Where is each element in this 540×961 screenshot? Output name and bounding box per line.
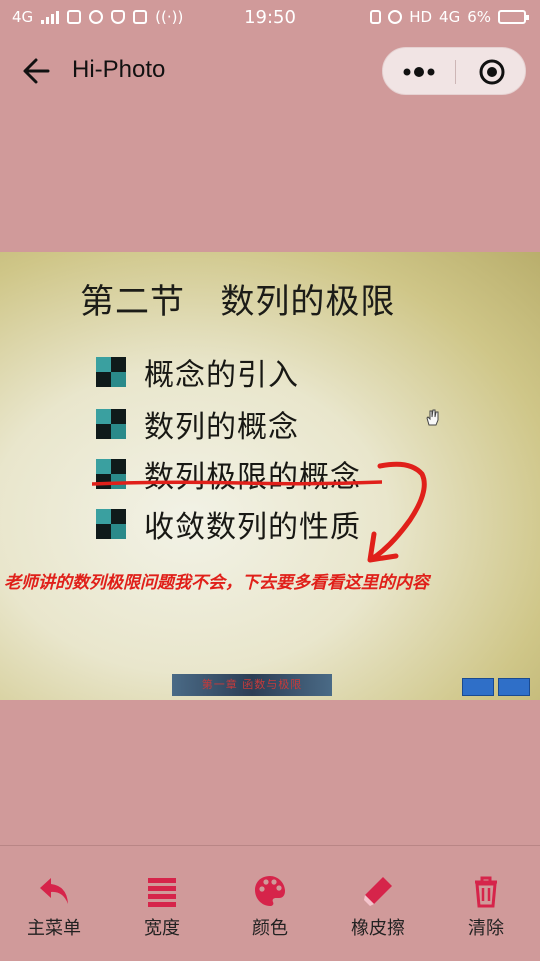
photo-canvas[interactable]: 第二节 数列的极限 概念的引入 数列的概念 数列极限的概念 收敛数列的性质 老师…	[0, 252, 540, 700]
back-arrow-icon	[23, 58, 50, 84]
bullet-text: 数列的概念	[144, 410, 299, 445]
next-slide-icon	[498, 678, 530, 696]
page-title: Hi-Photo	[72, 56, 166, 83]
status-right: HD 4G 6%	[370, 8, 529, 26]
square-bullet-icon	[96, 509, 126, 539]
slide-bullet: 数列的概念	[96, 402, 299, 446]
red-arrow-stroke	[367, 461, 427, 563]
eraser-button[interactable]: 橡皮擦	[328, 874, 428, 940]
color-button[interactable]: 颜色	[220, 874, 320, 940]
color-label: 颜色	[252, 918, 288, 939]
undo-arrow-icon	[40, 878, 68, 904]
hd-label: HD	[409, 8, 433, 26]
bottom-toolbar: 主菜单 宽度 颜色 橡皮擦 清除	[0, 845, 540, 961]
slide-title: 第二节 数列的极限	[80, 282, 396, 322]
battery-icon	[498, 10, 529, 24]
palette-icon	[255, 876, 285, 906]
width-button[interactable]: 宽度	[112, 874, 212, 940]
eraser-icon	[364, 877, 392, 906]
lines-width-icon	[148, 878, 176, 907]
hand-cursor-icon	[426, 409, 439, 426]
slide-nav	[462, 678, 530, 696]
clear-button[interactable]: 清除	[436, 874, 536, 940]
square-bullet-icon	[96, 409, 126, 439]
bullet-text: 收敛数列的性质	[144, 510, 361, 545]
bullet-text: 数列极限的概念	[144, 460, 361, 495]
mini-program-capsule	[382, 47, 526, 95]
alarm-icon	[388, 10, 403, 24]
prev-slide-icon	[462, 678, 494, 696]
red-underline-stroke	[92, 480, 382, 486]
handwritten-note: 老师讲的数列极限问题我不会，下去要多看看这里的内容	[4, 573, 429, 593]
status-bar: 4G ((·)) 19:50 HD 4G 6%	[0, 0, 540, 36]
width-label: 宽度	[144, 918, 180, 939]
clear-label: 清除	[468, 918, 504, 939]
eraser-label: 橡皮擦	[351, 918, 405, 939]
bullet-text: 概念的引入	[144, 358, 299, 393]
trash-icon	[475, 876, 497, 908]
square-bullet-icon	[96, 357, 126, 387]
main-menu-label: 主菜单	[27, 918, 81, 939]
close-button[interactable]	[456, 48, 526, 96]
back-button[interactable]	[20, 54, 54, 88]
slide-bullet: 收敛数列的性质	[96, 502, 361, 546]
slide-bullet: 数列极限的概念	[96, 452, 361, 496]
more-dots-icon	[403, 67, 435, 77]
network-right-label: 4G	[439, 8, 461, 26]
battery-percent: 6%	[467, 8, 491, 26]
target-close-icon	[479, 59, 505, 85]
more-button[interactable]	[383, 48, 455, 96]
app-header: Hi-Photo	[0, 36, 540, 106]
charging-icon	[370, 10, 382, 24]
slide-bullet: 概念的引入	[96, 350, 299, 394]
main-menu-button[interactable]: 主菜单	[4, 874, 104, 940]
slide-footer: 第一章 函数与极限	[172, 674, 332, 696]
